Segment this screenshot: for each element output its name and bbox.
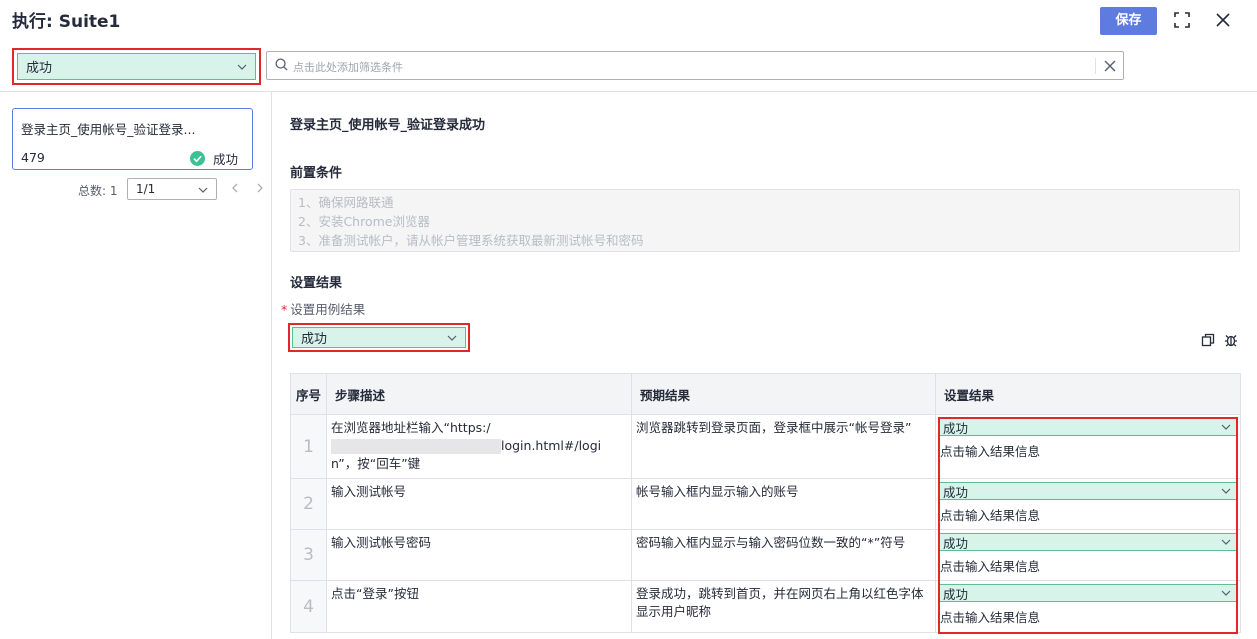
steps-table: 序号 步骤描述 预期结果 设置结果 1 在浏览器地址栏输入“https:/log…	[290, 373, 1241, 633]
case-item-id: 479	[21, 150, 45, 165]
prev-page-icon[interactable]	[228, 181, 242, 195]
search-divider	[1095, 58, 1096, 74]
step-result-value: 成功	[943, 535, 969, 551]
table-header-row: 序号 步骤描述 预期结果 设置结果	[290, 373, 1241, 415]
step-result-select[interactable]: 成功	[938, 418, 1238, 436]
step-result-select[interactable]: 成功	[938, 533, 1238, 551]
step-result-info-input[interactable]: 点击输入结果信息	[938, 607, 1238, 626]
close-icon[interactable]	[1212, 9, 1234, 31]
precondition-line: 1、确保网路联通	[298, 195, 394, 210]
chevron-down-icon	[447, 335, 457, 341]
step-result-info-input[interactable]: 点击输入结果信息	[938, 441, 1238, 460]
chevron-down-icon	[1221, 424, 1231, 430]
step-result-value: 成功	[943, 420, 969, 436]
step-result-cell: 成功 点击输入结果信息	[935, 414, 1241, 479]
case-detail-panel: 登录主页_使用帐号_验证登录成功 前置条件 1、确保网路联通 2、安装Chrom…	[273, 92, 1257, 639]
step-result-cell: 成功 点击输入结果信息	[935, 580, 1241, 633]
precondition-line: 2、安装Chrome浏览器	[298, 214, 430, 229]
step-description: 输入测试帐号密码	[326, 529, 632, 581]
step-number: 4	[290, 580, 327, 633]
search-placeholder: 点击此处添加筛选条件	[293, 61, 403, 74]
step-description: 点击“登录”按钮	[326, 580, 632, 633]
step-result-value: 成功	[943, 484, 969, 500]
step-expected: 帐号输入框内显示输入的账号	[631, 478, 936, 530]
case-item-status-label: 成功	[212, 152, 238, 167]
case-list-item[interactable]: 登录主页_使用帐号_验证登录... 479 成功	[12, 108, 253, 170]
filter-bar: 成功 点击此处添加筛选条件	[0, 44, 1257, 90]
bug-icon[interactable]	[1224, 333, 1238, 347]
step-result-select[interactable]: 成功	[938, 482, 1238, 500]
step-result-info-input[interactable]: 点击输入结果信息	[938, 556, 1238, 575]
chevron-down-icon	[1221, 539, 1231, 545]
step-description-text: 在浏览器地址栏输入“https:/	[331, 420, 491, 435]
step-expected: 密码输入框内显示与输入密码位数一致的“*”符号	[631, 529, 936, 581]
fullscreen-icon[interactable]	[1171, 9, 1193, 31]
table-row: 2 输入测试帐号 帐号输入框内显示输入的账号 成功 点击输入结果信息	[290, 478, 1241, 530]
search-icon	[275, 58, 288, 71]
status-filter-value: 成功	[26, 61, 53, 76]
search-input[interactable]: 点击此处添加筛选条件	[266, 51, 1124, 80]
precondition-line: 3、准备测试帐户，请从帐户管理系统获取最新测试帐号和密码	[298, 233, 644, 248]
case-result-value: 成功	[301, 332, 328, 347]
next-page-icon[interactable]	[253, 181, 267, 195]
precondition-box: 1、确保网路联通 2、安装Chrome浏览器 3、准备测试帐户，请从帐户管理系统…	[290, 189, 1240, 252]
save-button[interactable]: 保存	[1100, 7, 1157, 35]
total-count: 总数: 1	[78, 184, 118, 198]
chevron-down-icon	[1221, 488, 1231, 494]
step-description: 输入测试帐号	[326, 478, 632, 530]
step-number: 1	[290, 414, 327, 479]
required-mark: *	[281, 302, 288, 317]
page-select[interactable]: 1/1	[127, 178, 217, 200]
header: 执行: Suite1 保存	[0, 0, 1257, 40]
col-header-expected: 预期结果	[631, 373, 936, 415]
success-check-icon	[189, 151, 205, 166]
case-detail-title: 登录主页_使用帐号_验证登录成功	[290, 118, 486, 133]
copy-icon[interactable]	[1201, 333, 1215, 347]
step-result-cell: 成功 点击输入结果信息	[935, 478, 1241, 530]
chevron-down-icon	[198, 187, 208, 193]
col-header-index: 序号	[290, 373, 327, 415]
case-result-label: * 设置用例结果	[281, 299, 365, 318]
chevron-down-icon	[1221, 590, 1231, 596]
step-result-select[interactable]: 成功	[938, 584, 1238, 602]
step-number: 2	[290, 478, 327, 530]
clear-icon[interactable]	[1102, 58, 1118, 74]
step-description: 在浏览器地址栏输入“https:/login.html#/login”，按“回车…	[326, 414, 632, 479]
page-select-value: 1/1	[136, 182, 156, 196]
step-result-info-input[interactable]: 点击输入结果信息	[938, 505, 1238, 524]
redacted-block	[331, 439, 501, 454]
step-result-cell: 成功 点击输入结果信息	[935, 529, 1241, 581]
col-header-result: 设置结果	[935, 373, 1241, 415]
case-result-label-text: 设置用例结果	[290, 302, 366, 317]
step-number: 3	[290, 529, 327, 581]
table-row: 3 输入测试帐号密码 密码输入框内显示与输入密码位数一致的“*”符号 成功 点击…	[290, 529, 1241, 581]
table-row: 4 点击“登录”按钮 登录成功，跳转到首页，并在网页右上角以红色字体显示用户昵称…	[290, 580, 1241, 633]
col-header-description: 步骤描述	[326, 373, 632, 415]
case-item-status: 成功	[189, 149, 238, 168]
status-filter-select[interactable]: 成功	[12, 48, 261, 85]
case-list-panel: 登录主页_使用帐号_验证登录... 479 成功 总数: 1 1/1	[0, 92, 272, 639]
step-expected: 登录成功，跳转到首页，并在网页右上角以红色字体显示用户昵称	[631, 580, 936, 633]
step-result-value: 成功	[943, 586, 969, 602]
chevron-down-icon	[237, 64, 247, 70]
step-expected: 浏览器跳转到登录页面，登录框中展示“帐号登录”	[631, 414, 936, 479]
table-row: 1 在浏览器地址栏输入“https:/login.html#/login”，按“…	[290, 414, 1241, 479]
case-result-select[interactable]: 成功	[288, 323, 470, 352]
page-title: 执行: Suite1	[12, 12, 121, 32]
case-item-title: 登录主页_使用帐号_验证登录...	[21, 122, 196, 137]
precondition-title: 前置条件	[290, 166, 343, 181]
result-section-title: 设置结果	[290, 276, 343, 291]
pagination: 总数: 1 1/1	[0, 178, 272, 202]
